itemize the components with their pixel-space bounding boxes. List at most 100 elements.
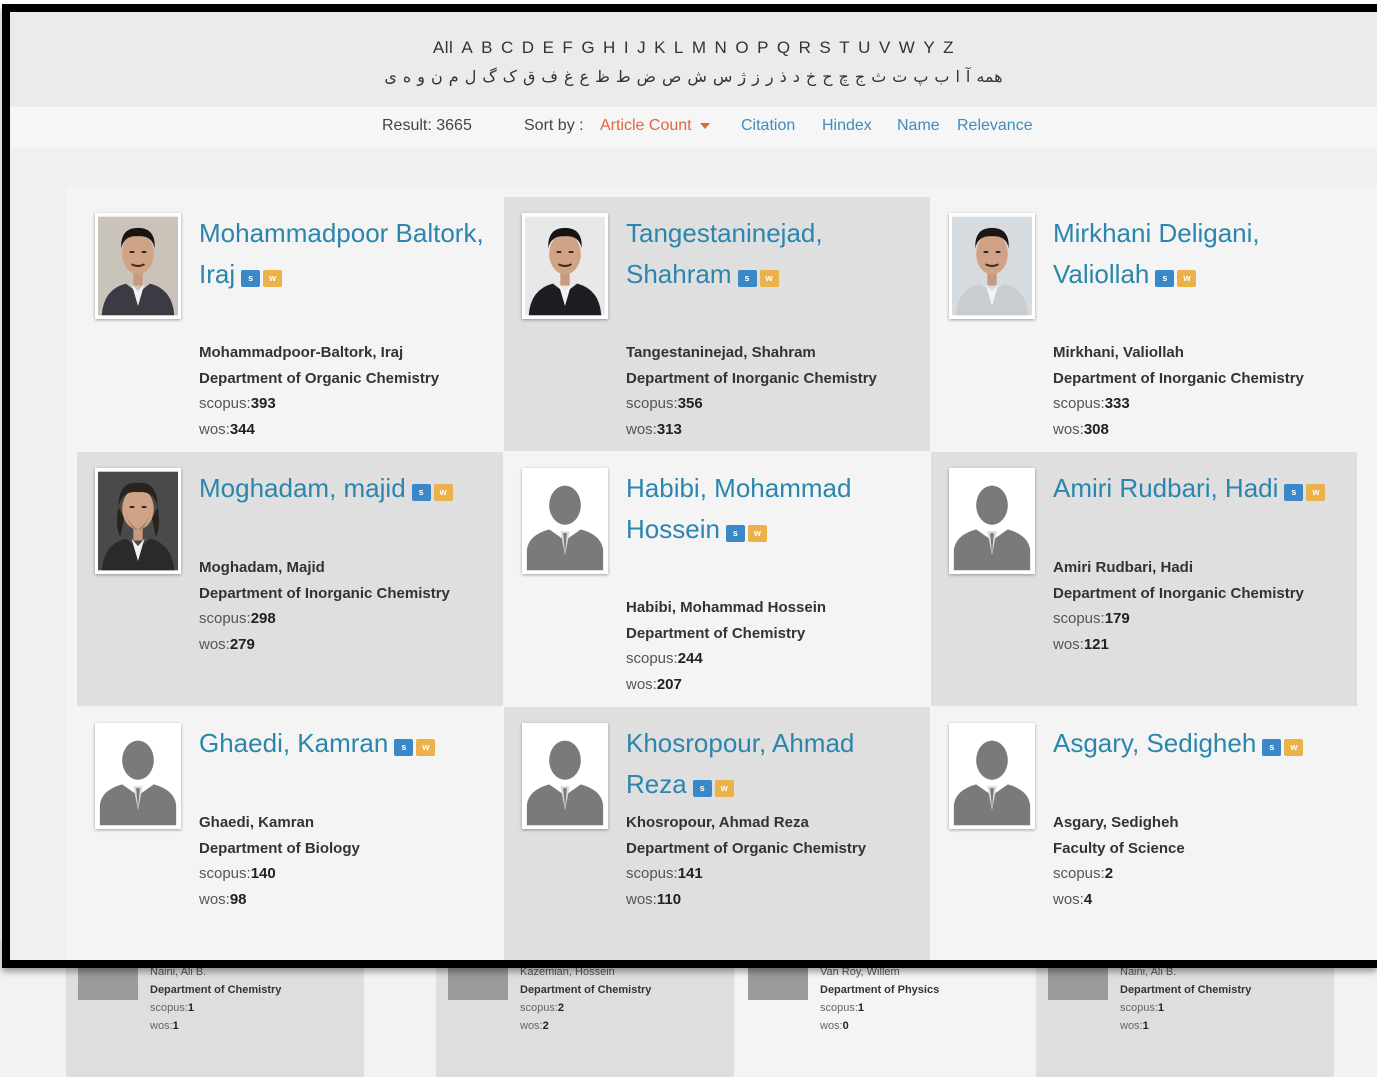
alpha-letter-o[interactable]: O	[735, 38, 749, 58]
scopus-badge-icon[interactable]: s	[1284, 484, 1304, 501]
alpha-letter-s[interactable]: S	[819, 38, 831, 58]
researcher-name-link[interactable]: Moghadam, majid	[199, 473, 406, 503]
persian-letter-12[interactable]: ذ	[780, 67, 787, 87]
researcher-name-link[interactable]: Asgary, Sedigheh	[1053, 728, 1256, 758]
alpha-letter-all[interactable]: All	[433, 38, 453, 58]
persian-letter-17[interactable]: ش	[687, 67, 707, 87]
alpha-letter-v[interactable]: V	[879, 38, 891, 58]
alpha-letter-f[interactable]: F	[562, 38, 573, 58]
scopus-badge-icon[interactable]: s	[1262, 739, 1282, 756]
researcher-department[interactable]: Faculty of Science	[1053, 836, 1353, 862]
alpha-letter-z[interactable]: Z	[943, 38, 954, 58]
researcher-department[interactable]: Department of Inorganic Chemistry	[626, 366, 926, 392]
researcher-photo[interactable]	[522, 468, 608, 574]
researcher-department[interactable]: Department of Chemistry	[626, 621, 926, 647]
alpha-letter-l[interactable]: L	[674, 38, 684, 58]
persian-letter-27[interactable]: گ	[482, 67, 496, 87]
persian-letter-6[interactable]: ث	[871, 67, 886, 87]
researcher-name-link[interactable]: Ghaedi, Kamran	[199, 728, 388, 758]
persian-letter-32[interactable]: ه	[403, 67, 411, 87]
wos-badge-icon[interactable]: w	[1284, 739, 1304, 756]
persian-letter-10[interactable]: خ	[806, 67, 816, 87]
researcher-photo[interactable]	[949, 213, 1035, 319]
alpha-letter-m[interactable]: M	[692, 38, 707, 58]
researcher-department[interactable]: Department of Inorganic Chemistry	[1053, 366, 1353, 392]
persian-letter-1[interactable]: آ	[966, 67, 970, 87]
persian-letter-2[interactable]: ا	[955, 67, 959, 87]
researcher-photo[interactable]	[522, 213, 608, 319]
alpha-letter-a[interactable]: A	[461, 38, 473, 58]
wos-badge-icon[interactable]: w	[263, 270, 283, 287]
persian-letter-24[interactable]: ف	[541, 67, 558, 87]
persian-letter-23[interactable]: غ	[564, 67, 574, 87]
scopus-badge-icon[interactable]: s	[737, 270, 757, 287]
persian-letter-33[interactable]: ی	[384, 67, 397, 87]
alpha-letter-q[interactable]: Q	[777, 38, 791, 58]
persian-letter-26[interactable]: ک	[503, 67, 517, 87]
wos-badge-icon[interactable]: w	[759, 270, 779, 287]
persian-letter-15[interactable]: ژ	[738, 67, 746, 87]
sort-citation[interactable]: Citation	[741, 117, 795, 135]
persian-letter-13[interactable]: ر	[766, 67, 774, 87]
wos-badge-icon[interactable]: w	[747, 525, 767, 542]
persian-letter-25[interactable]: ق	[523, 67, 535, 87]
persian-letter-28[interactable]: ل	[465, 67, 477, 87]
scopus-badge-icon[interactable]: s	[1155, 270, 1175, 287]
scopus-badge-icon[interactable]: s	[411, 484, 431, 501]
alpha-letter-y[interactable]: Y	[923, 38, 935, 58]
alpha-letter-c[interactable]: C	[501, 38, 514, 58]
wos-badge-icon[interactable]: w	[1177, 270, 1197, 287]
researcher-department[interactable]: Department of Inorganic Chemistry	[1053, 581, 1353, 607]
alpha-letter-g[interactable]: G	[581, 38, 595, 58]
persian-letter-7[interactable]: ج	[855, 67, 865, 87]
persian-letter-30[interactable]: ن	[431, 67, 443, 87]
alpha-letter-b[interactable]: B	[481, 38, 493, 58]
persian-letter-5[interactable]: ت	[892, 67, 907, 87]
alpha-letter-t[interactable]: T	[839, 38, 850, 58]
persian-letter-4[interactable]: پ	[913, 67, 928, 87]
wos-badge-icon[interactable]: w	[1306, 484, 1326, 501]
researcher-department[interactable]: Department of Organic Chemistry	[626, 836, 926, 862]
researcher-department[interactable]: Department of Inorganic Chemistry	[199, 581, 499, 607]
persian-letter-29[interactable]: م	[449, 67, 459, 87]
scopus-badge-icon[interactable]: s	[692, 780, 712, 797]
persian-letter-31[interactable]: و	[417, 67, 425, 87]
sort-article-count[interactable]: Article Count	[600, 117, 710, 135]
alpha-letter-r[interactable]: R	[799, 38, 812, 58]
researcher-photo[interactable]	[95, 468, 181, 574]
sort-relevance[interactable]: Relevance	[957, 117, 1033, 135]
alpha-letter-p[interactable]: P	[757, 38, 769, 58]
alpha-letter-n[interactable]: N	[715, 38, 728, 58]
persian-letter-22[interactable]: ع	[580, 67, 590, 87]
wos-badge-icon[interactable]: w	[416, 739, 436, 756]
persian-letter-3[interactable]: ب	[934, 67, 949, 87]
scopus-badge-icon[interactable]: s	[241, 270, 261, 287]
researcher-photo[interactable]	[949, 468, 1035, 574]
persian-letter-19[interactable]: ض	[637, 67, 656, 87]
persian-letter-16[interactable]: س	[713, 67, 733, 87]
researcher-department[interactable]: Department of Organic Chemistry	[199, 366, 499, 392]
wos-badge-icon[interactable]: w	[433, 484, 453, 501]
sort-name[interactable]: Name	[897, 117, 940, 135]
alpha-letter-w[interactable]: W	[899, 38, 916, 58]
persian-letter-11[interactable]: د	[793, 67, 800, 87]
sort-hindex[interactable]: Hindex	[822, 117, 872, 135]
researcher-department[interactable]: Department of Biology	[199, 836, 499, 862]
researcher-photo[interactable]	[522, 723, 608, 829]
alpha-letter-k[interactable]: K	[654, 38, 666, 58]
persian-letter-18[interactable]: ص	[662, 67, 681, 87]
scopus-badge-icon[interactable]: s	[394, 739, 414, 756]
alpha-letter-h[interactable]: H	[603, 38, 616, 58]
researcher-photo[interactable]	[95, 723, 181, 829]
alpha-letter-d[interactable]: D	[522, 38, 535, 58]
researcher-photo[interactable]	[949, 723, 1035, 829]
alpha-letter-i[interactable]: I	[624, 38, 629, 58]
researcher-name-link[interactable]: Khosropour, Ahmad Reza	[626, 728, 854, 799]
alpha-letter-e[interactable]: E	[543, 38, 555, 58]
researcher-name-link[interactable]: Tangestaninejad, Shahram	[626, 218, 823, 289]
alpha-letter-j[interactable]: J	[637, 38, 646, 58]
researcher-photo[interactable]	[95, 213, 181, 319]
researcher-name-link[interactable]: Amiri Rudbari, Hadi	[1053, 473, 1278, 503]
persian-letter-8[interactable]: چ	[839, 67, 849, 87]
persian-letter-20[interactable]: ط	[616, 67, 631, 87]
